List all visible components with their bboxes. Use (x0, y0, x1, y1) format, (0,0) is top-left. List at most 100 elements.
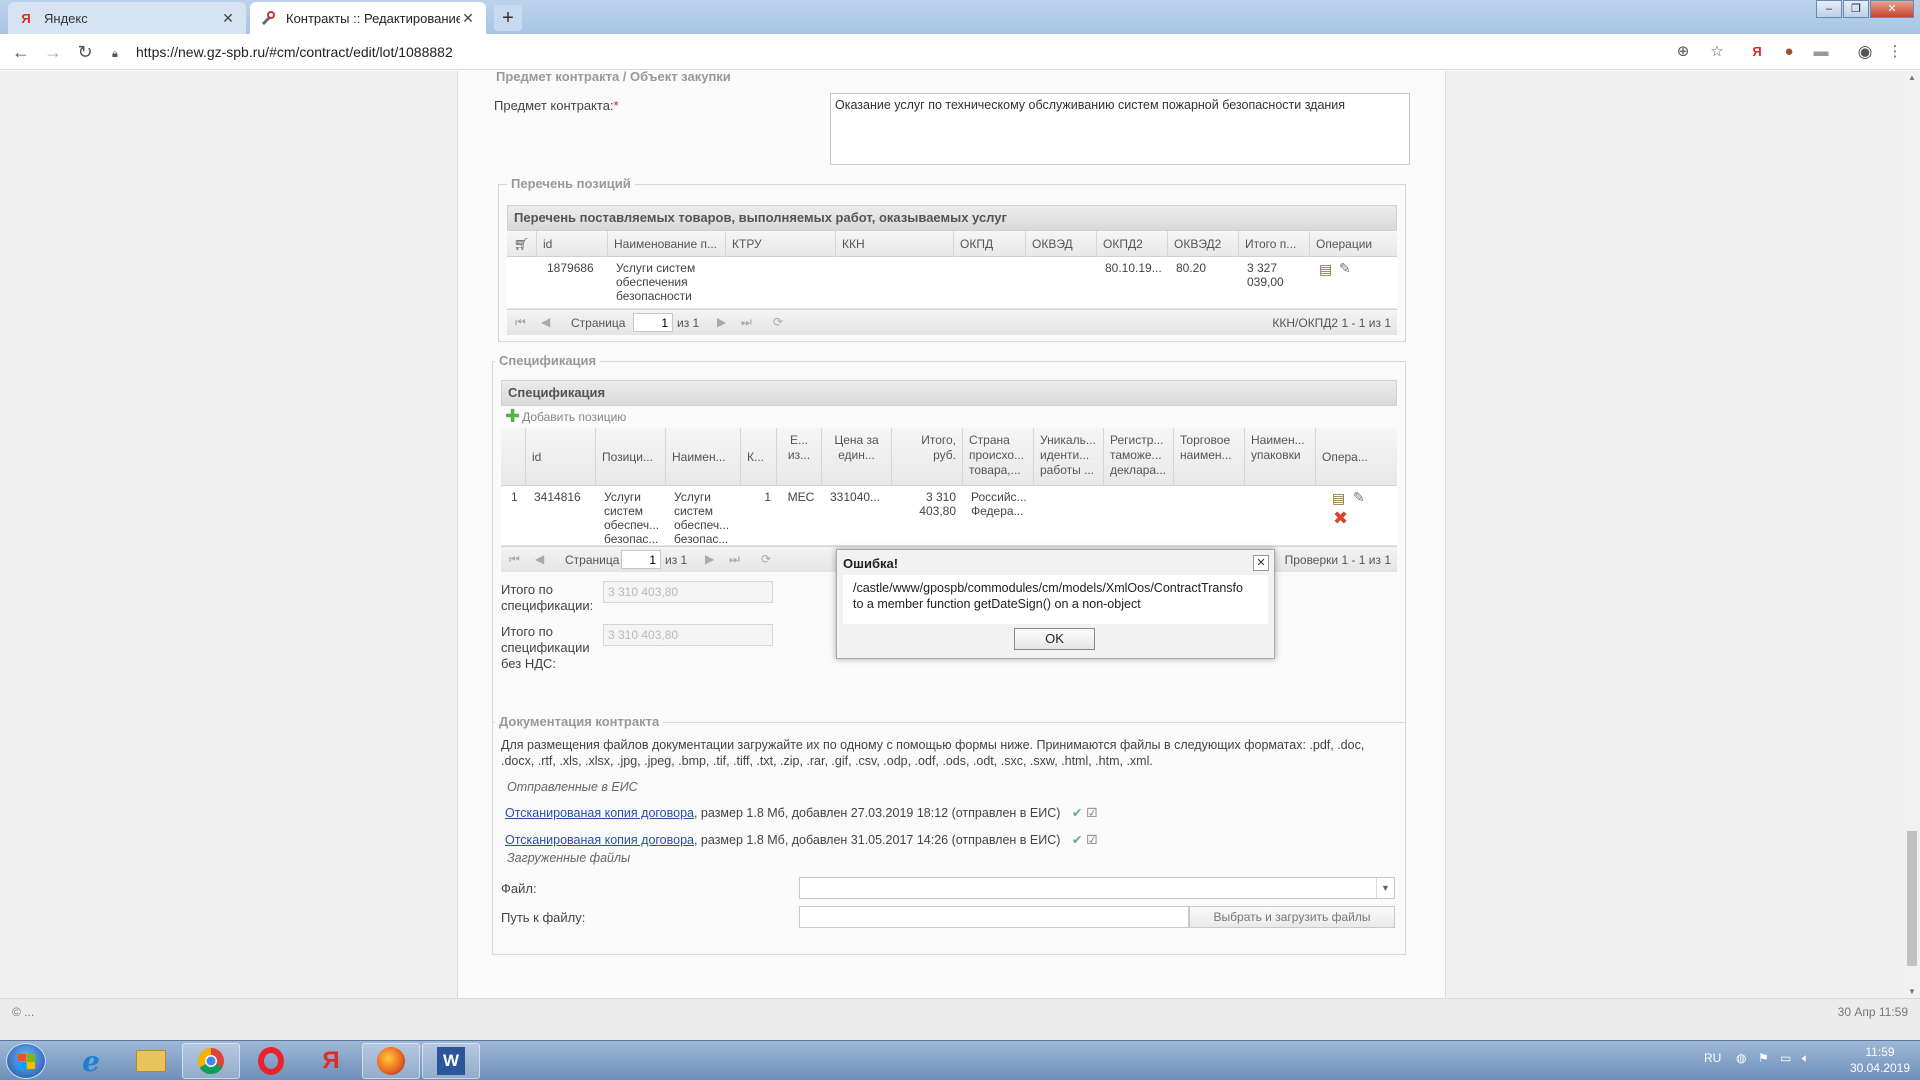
page-number-input[interactable] (633, 313, 673, 332)
tab-close-icon[interactable]: ✕ (220, 10, 236, 27)
col-operations[interactable]: Опера... (1316, 428, 1397, 486)
scroll-up-icon[interactable]: ▲ (1904, 73, 1920, 82)
print-icon[interactable]: ▤ (1332, 490, 1345, 506)
col-operations[interactable]: Операции (1310, 231, 1397, 257)
col-id[interactable]: id (537, 231, 608, 257)
col-ktru[interactable]: КТРУ (726, 231, 836, 257)
first-page-icon[interactable]: ⏮ (509, 552, 520, 567)
extension-2-icon[interactable]: ▬ (1810, 42, 1832, 62)
last-page-icon[interactable]: ⏭ (729, 552, 740, 567)
col-package-name[interactable]: Наимен... упаковки (1245, 428, 1316, 486)
spec-total-label: Итого по спецификации: (501, 582, 594, 613)
upload-files-button[interactable]: Выбрать и загрузить файлы (1189, 906, 1395, 928)
chrome-icon (197, 1047, 224, 1075)
address-bar[interactable]: 🔒︎ https://new.gz-spb.ru/#cm/contract/edi… (112, 41, 1662, 63)
positions-grid-title: Перечень поставляемых товаров, выполняем… (507, 205, 1397, 231)
col-position[interactable]: Позици... (596, 428, 666, 486)
window-close-button[interactable]: ✕ (1870, 0, 1914, 18)
tab-yandex[interactable]: Я Яндекс ✕ (8, 2, 246, 34)
delete-icon[interactable]: ✖ (1333, 509, 1348, 527)
back-icon[interactable]: ← (10, 42, 32, 62)
add-position-button[interactable]: ✚ Добавить позицию (505, 406, 626, 427)
col-trade-name[interactable]: Торговое наимен... (1174, 428, 1245, 486)
system-clock[interactable]: 11:59 30.04.2019 (1850, 1044, 1910, 1076)
refresh-icon[interactable]: ⟳ (761, 552, 771, 566)
taskbar-chrome[interactable] (182, 1043, 240, 1079)
last-page-icon[interactable]: ⏭ (741, 315, 752, 330)
close-icon[interactable]: ✕ (1253, 555, 1269, 571)
subject-textarea[interactable]: Оказание услуг по техническому обслужива… (830, 93, 1410, 165)
next-page-icon[interactable]: ▶ (705, 552, 714, 566)
col-unit[interactable]: Е... из... (777, 428, 822, 486)
col-name[interactable]: Наименование п... (608, 231, 726, 257)
page-scrollbar[interactable]: ▲ ▼ (1904, 71, 1920, 998)
edit-pencil-icon[interactable]: ✎ (1353, 489, 1365, 505)
reload-icon[interactable]: ↻ (74, 42, 96, 62)
col-qty[interactable]: К... (741, 428, 777, 486)
minimize-button[interactable]: – (1816, 0, 1842, 18)
action-center-flag-icon[interactable]: ⚑ (1758, 1051, 1769, 1065)
scroll-down-icon[interactable]: ▼ (1904, 987, 1920, 996)
scrollbar-thumb[interactable] (1907, 831, 1917, 966)
checkbox-icon[interactable]: ☑ (1086, 833, 1097, 847)
col-price[interactable]: Цена за един... (822, 428, 892, 486)
page-number-input[interactable] (621, 550, 661, 569)
ok-button[interactable]: OK (1014, 628, 1095, 650)
file-link[interactable]: Отсканированая копия договора (505, 833, 694, 847)
network-icon[interactable]: ▭ (1780, 1051, 1791, 1065)
file-link[interactable]: Отсканированая копия договора (505, 806, 694, 820)
refresh-icon[interactable]: ⟳ (773, 315, 783, 329)
taskbar-explorer[interactable] (122, 1043, 180, 1079)
start-button[interactable] (6, 1043, 46, 1079)
spec-pager-summary: Проверки 1 - 1 из 1 (1284, 553, 1391, 567)
forward-icon[interactable]: → (42, 42, 64, 62)
file-meta: , размер 1.8 Мб, добавлен 31.05.2017 14:… (693, 833, 1061, 847)
col-unique-id[interactable]: Уникаль... иденти... работы ... (1034, 428, 1104, 486)
first-page-icon[interactable]: ⏮ (515, 315, 526, 330)
tab-contracts[interactable]: Контракты :: Редактирование к ✕ (250, 2, 486, 34)
cart-icon[interactable]: 🛒︎ (507, 231, 537, 257)
bookmark-star-icon[interactable]: ☆ (1706, 42, 1728, 62)
col-total[interactable]: Итого, руб. (892, 428, 963, 486)
file-meta: , размер 1.8 Мб, добавлен 27.03.2019 18:… (693, 806, 1061, 820)
taskbar-yandex-browser[interactable]: Я (302, 1043, 360, 1079)
col-customs-decl[interactable]: Регистр... таможе... деклара... (1104, 428, 1174, 486)
next-page-icon[interactable]: ▶ (717, 315, 726, 329)
menu-icon[interactable]: ⋮ (1884, 42, 1906, 62)
prev-page-icon[interactable]: ◀ (535, 552, 544, 566)
yandex-extension-icon[interactable]: Я (1746, 42, 1768, 62)
edit-pencil-icon[interactable]: ✎ (1339, 260, 1351, 276)
extension-icon[interactable]: ● (1778, 42, 1800, 62)
table-row[interactable]: 1 3414816 Услуги систем обеспеч... безоп… (501, 486, 1397, 546)
file-select[interactable]: ▼ (799, 877, 1395, 899)
new-tab-button[interactable]: + (494, 5, 522, 31)
col-total[interactable]: Итого п... (1239, 231, 1310, 257)
dialog-title: Ошибка! (843, 556, 899, 571)
taskbar-firefox[interactable] (362, 1043, 420, 1079)
taskbar-ie[interactable]: e (62, 1043, 120, 1079)
zoom-icon[interactable]: ⊕ (1672, 42, 1694, 62)
col-name[interactable]: Наимен... (666, 428, 741, 486)
print-icon[interactable]: ▤ (1319, 261, 1332, 277)
taskbar-word[interactable]: W (422, 1043, 480, 1079)
prev-page-icon[interactable]: ◀ (541, 315, 550, 329)
profile-icon[interactable]: ◉ (1854, 42, 1876, 62)
col-id[interactable]: id (526, 428, 596, 486)
col-okved[interactable]: ОКВЭД (1026, 231, 1097, 257)
language-indicator[interactable]: RU (1704, 1051, 1721, 1065)
volume-icon[interactable]: 🔈︎ (1802, 1051, 1809, 1066)
col-okved2[interactable]: ОКВЭД2 (1168, 231, 1239, 257)
tray-app-icon[interactable]: ◍ (1736, 1051, 1746, 1065)
maximize-button[interactable]: ❐ (1843, 0, 1869, 18)
chevron-down-icon[interactable]: ▼ (1376, 878, 1394, 898)
cell-qty: 1 (764, 490, 771, 504)
tab-close-icon[interactable]: ✕ (460, 10, 476, 27)
taskbar-opera[interactable] (242, 1043, 300, 1079)
file-path-input[interactable] (799, 906, 1189, 928)
col-okpd2[interactable]: ОКПД2 (1097, 231, 1168, 257)
col-kkn[interactable]: ККН (836, 231, 954, 257)
col-country[interactable]: Страна происхо... товара,... (963, 428, 1034, 486)
checkbox-icon[interactable]: ☑ (1086, 806, 1097, 820)
col-okpd[interactable]: ОКПД (954, 231, 1026, 257)
table-row[interactable]: 1879686 Услуги систем обеспечения безопа… (507, 257, 1397, 309)
